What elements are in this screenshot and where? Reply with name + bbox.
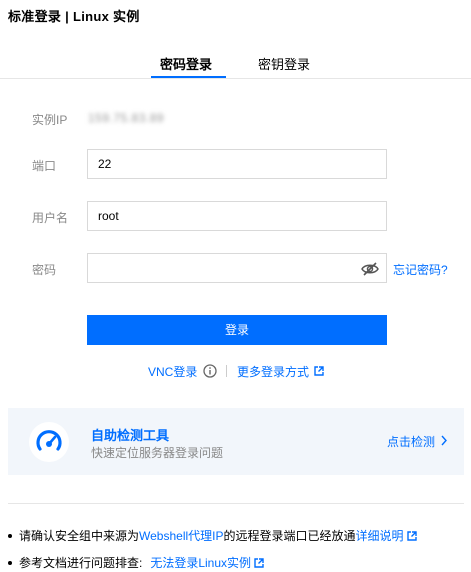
note1-text: 请确认安全组中来源为 <box>19 529 140 543</box>
tab-key-login[interactable]: 密钥登录 <box>258 54 310 73</box>
port-label: 端口 <box>32 159 57 173</box>
separator <box>226 365 227 377</box>
alternative-login-row: VNC登录 更多登录方式 <box>0 363 471 379</box>
self-check-tool-card: 自助检测工具 快速定位服务器登录问题 点击检测 <box>8 408 464 475</box>
external-link-icon[interactable] <box>254 558 264 568</box>
active-tab-indicator <box>151 76 226 78</box>
password-input[interactable] <box>87 253 387 283</box>
bullet <box>8 533 12 538</box>
page-title: 标准登录 | Linux 实例 <box>8 9 140 24</box>
note-security-group: 请确认安全组中来源为Webshell代理IP的远程登录端口已经放通详细说明 <box>8 527 417 544</box>
vnc-login-link[interactable]: VNC登录 <box>148 363 197 380</box>
external-link-icon[interactable] <box>314 366 324 376</box>
login-tabs: 密码登录 密钥登录 <box>0 52 471 79</box>
chevron-right-icon[interactable] <box>440 435 448 446</box>
external-link-icon[interactable] <box>406 531 417 541</box>
cannot-login-linux-link[interactable]: 无法登录Linux实例 <box>150 556 251 570</box>
bullet <box>8 560 12 565</box>
divider <box>8 503 464 504</box>
note-troubleshooting: 参考文档进行问题排查: 无法登录Linux实例 <box>8 554 264 571</box>
note2-text: 参考文档进行问题排查: <box>19 556 143 570</box>
username-label: 用户名 <box>32 211 69 225</box>
tool-subtitle: 快速定位服务器登录问题 <box>91 446 224 460</box>
webshell-proxy-ip-link[interactable]: Webshell代理IP <box>139 529 223 543</box>
run-check-link[interactable]: 点击检测 <box>387 433 435 450</box>
port-input[interactable] <box>87 149 387 179</box>
note1-text-mid: 的远程登录端口已经放通 <box>223 529 356 543</box>
gauge-icon <box>29 422 69 462</box>
eye-off-icon[interactable] <box>361 262 379 276</box>
more-login-methods-link[interactable]: 更多登录方式 <box>237 363 309 380</box>
login-button[interactable]: 登录 <box>87 315 387 345</box>
password-label: 密码 <box>32 263 57 277</box>
forgot-password-link[interactable]: 忘记密码? <box>393 261 448 278</box>
instance-ip-value: 159.75.83.89 <box>88 111 165 125</box>
instance-ip-label: 实例IP <box>32 113 68 127</box>
info-icon[interactable] <box>203 364 217 378</box>
tool-title: 自助检测工具 <box>91 428 170 443</box>
tab-password-login[interactable]: 密码登录 <box>160 54 212 73</box>
details-link[interactable]: 详细说明 <box>356 529 404 543</box>
username-input[interactable] <box>87 201 387 231</box>
